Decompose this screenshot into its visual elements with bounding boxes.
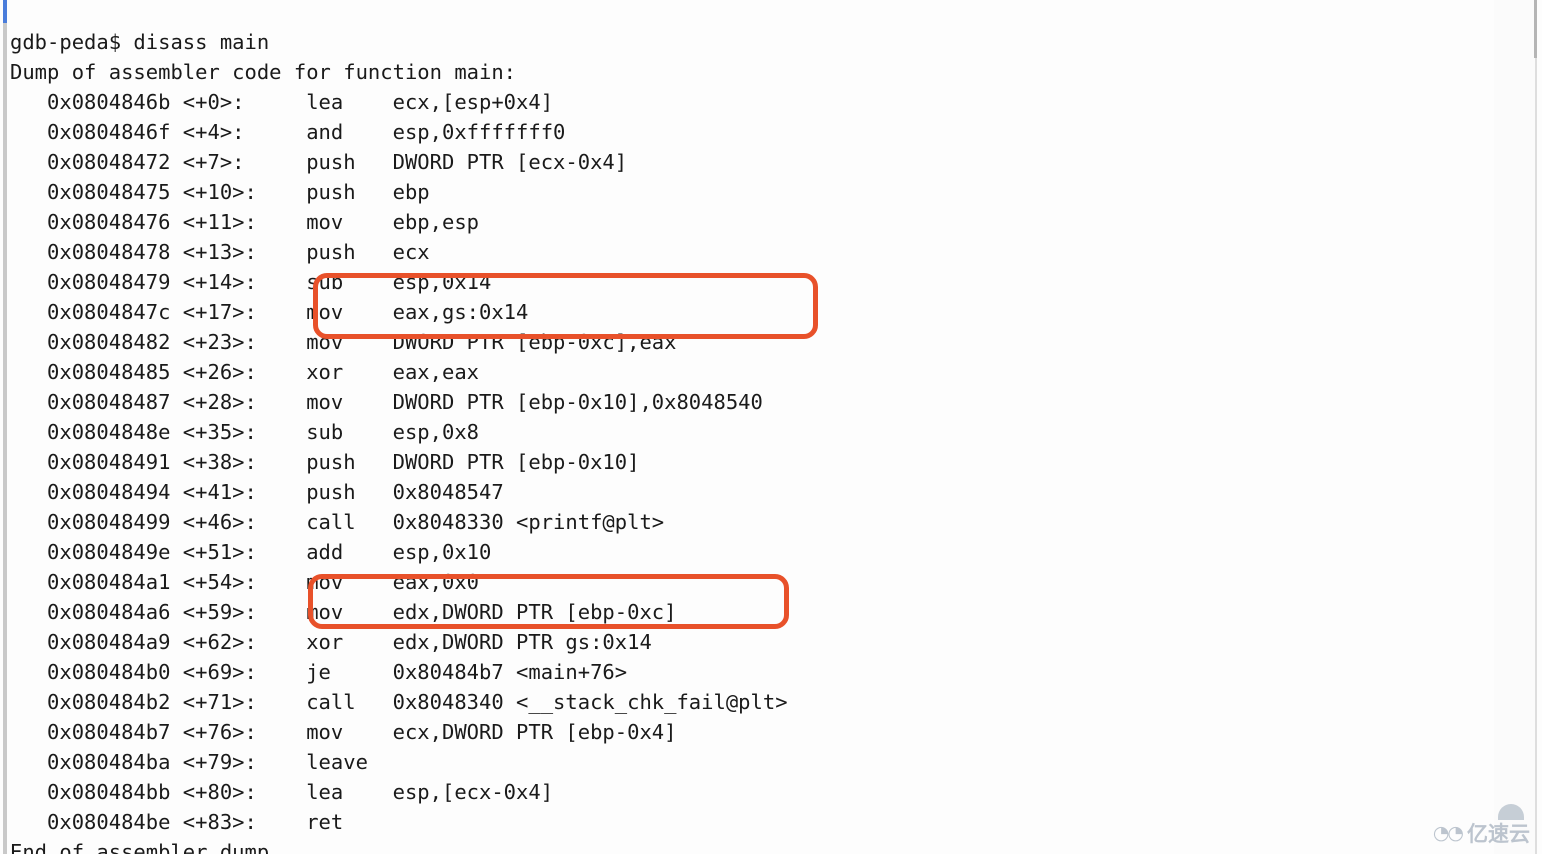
right-scrollbar-thumb[interactable] (1534, 0, 1537, 58)
left-scrollbar-thumb[interactable] (3, 0, 7, 23)
terminal-line: Dump of assembler code for function main… (10, 59, 517, 84)
terminal-line: gdb-peda$ disass main (10, 29, 270, 54)
screenshot-root: gdb-peda$ disass main Dump of assembler c… (0, 0, 1542, 854)
terminal-line: 0x0804846b <+0>: lea ecx,[esp+0x4] (10, 89, 554, 114)
terminal-line: 0x0804849e <+51>: add esp,0x10 (10, 539, 492, 564)
terminal-line: 0x080484ba <+79>: leave (10, 749, 368, 774)
terminal-line: 0x080484bb <+80>: lea esp,[ecx-0x4] (10, 779, 554, 804)
terminal-output: gdb-peda$ disass main Dump of assembler c… (10, 27, 1490, 854)
terminal-line: 0x08048478 <+13>: push ecx (10, 239, 430, 264)
terminal-line: 0x080484a9 <+62>: xor edx,DWORD PTR gs:0… (10, 629, 652, 654)
terminal-line: End of assembler dump. (10, 839, 282, 854)
terminal-line: 0x08048475 <+10>: push ebp (10, 179, 430, 204)
right-gutter (1494, 0, 1535, 854)
watermark: ◔◔ 亿速云 (1433, 818, 1530, 848)
terminal-line: 0x08048499 <+46>: call 0x8048330 <printf… (10, 509, 665, 534)
terminal-line: 0x08048479 <+14>: sub esp,0x14 (10, 269, 492, 294)
terminal-line: 0x08048482 <+23>: mov DWORD PTR [ebp-0xc… (10, 329, 677, 354)
terminal-line: 0x0804846f <+4>: and esp,0xfffffff0 (10, 119, 566, 144)
terminal-line: 0x080484a6 <+59>: mov edx,DWORD PTR [ebp… (10, 599, 677, 624)
terminal-line: 0x08048476 <+11>: mov ebp,esp (10, 209, 479, 234)
watermark-text: 亿速云 (1467, 822, 1530, 846)
right-scrollbar-track[interactable] (1535, 0, 1537, 854)
watermark-logo-icon: ◔◔ (1432, 822, 1464, 844)
terminal-line: 0x0804847c <+17>: mov eax,gs:0x14 (10, 299, 529, 324)
terminal-line: 0x080484be <+83>: ret (10, 809, 344, 834)
terminal-line: 0x08048491 <+38>: push DWORD PTR [ebp-0x… (10, 449, 640, 474)
terminal-line: 0x08048472 <+7>: push DWORD PTR [ecx-0x4… (10, 149, 628, 174)
terminal-line: 0x080484b2 <+71>: call 0x8048340 <__stac… (10, 689, 788, 714)
terminal-line: 0x080484a1 <+54>: mov eax,0x0 (10, 569, 479, 594)
terminal-line: 0x08048485 <+26>: xor eax,eax (10, 359, 479, 384)
terminal-line: 0x08048487 <+28>: mov DWORD PTR [ebp-0x1… (10, 389, 763, 414)
terminal-line: 0x08048494 <+41>: push 0x8048547 (10, 479, 504, 504)
left-scrollbar-track[interactable] (3, 0, 7, 854)
terminal-line: 0x0804848e <+35>: sub esp,0x8 (10, 419, 479, 444)
terminal-line: 0x080484b7 <+76>: mov ecx,DWORD PTR [ebp… (10, 719, 677, 744)
terminal-line: 0x080484b0 <+69>: je 0x80484b7 <main+76> (10, 659, 628, 684)
